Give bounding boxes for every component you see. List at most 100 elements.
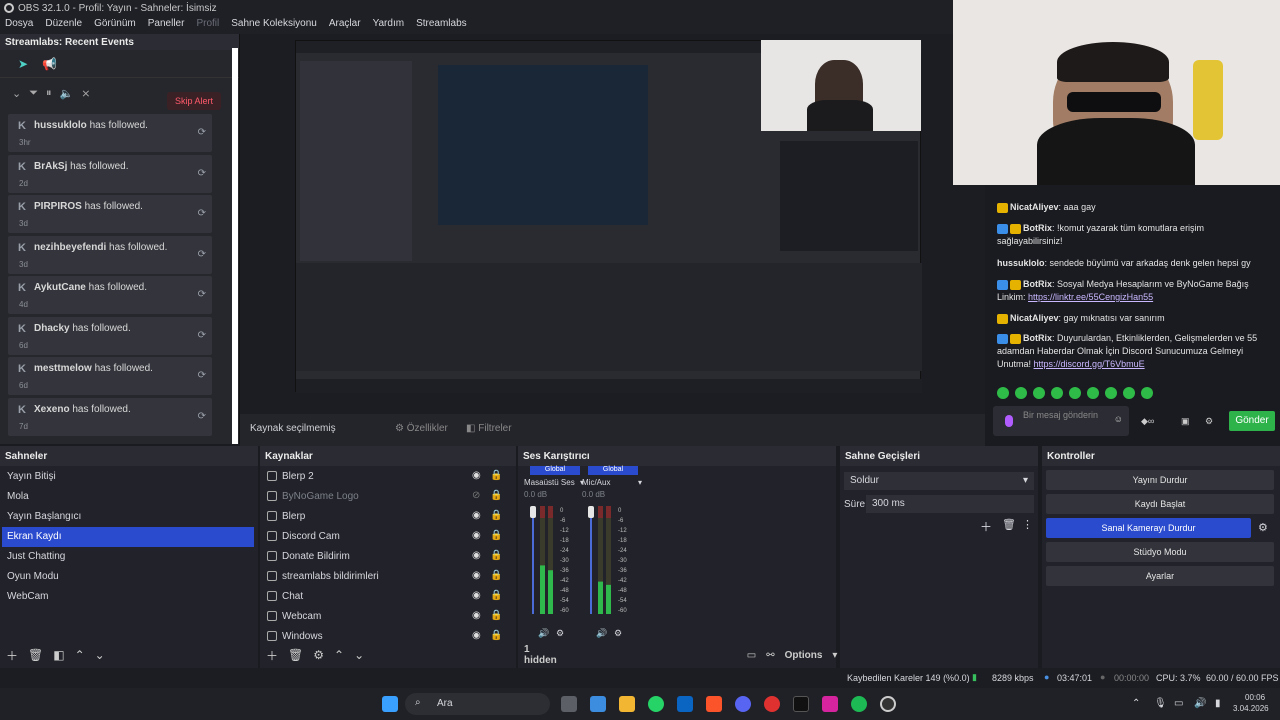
scene-item[interactable]: Yayın Bitişi xyxy=(2,467,254,487)
folder-icon[interactable] xyxy=(619,696,635,712)
emote-icon[interactable] xyxy=(1051,387,1063,399)
trash-icon[interactable]: 🗑 xyxy=(288,648,303,662)
lock-icon[interactable]: 🔒 xyxy=(490,470,502,481)
menu-yardim[interactable]: Yardım xyxy=(373,18,405,34)
chevron-down-icon[interactable]: ⌄ xyxy=(12,87,21,100)
menu-profil[interactable]: Profil xyxy=(196,18,219,34)
taskbar-search[interactable]: ⌕ Ara xyxy=(405,693,550,715)
lock-icon[interactable]: 🔒 xyxy=(490,630,502,641)
mic-icon[interactable] xyxy=(1005,415,1013,427)
move-up-icon[interactable]: ⌃ xyxy=(334,648,344,662)
source-item[interactable]: streamlabs bildirimleri ◉ 🔒 xyxy=(264,567,504,587)
speaker-icon[interactable]: 🔊 xyxy=(538,628,549,639)
send-icon[interactable]: ➤ xyxy=(18,57,28,77)
menu-streamlabs[interactable]: Streamlabs xyxy=(416,18,467,34)
emote-icon[interactable] xyxy=(1141,387,1153,399)
add-transition-icon[interactable]: ＋ xyxy=(980,518,992,535)
source-item[interactable]: Chat ◉ 🔒 xyxy=(264,587,504,607)
refresh-icon[interactable]: ⟳ xyxy=(198,168,206,179)
refresh-icon[interactable]: ⟳ xyxy=(198,289,206,300)
emote-icon[interactable] xyxy=(1105,387,1117,399)
start-recording-button[interactable]: Kaydı Başlat xyxy=(1046,494,1274,514)
chat-link[interactable]: https://discord.gg/T6VbmuE xyxy=(1034,359,1145,369)
refresh-icon[interactable]: ⟳ xyxy=(198,411,206,422)
bits-icon[interactable]: ◆∞ xyxy=(1141,416,1154,427)
eye-icon[interactable]: ◉ xyxy=(472,510,481,521)
filter-icon[interactable]: ⏷ xyxy=(29,87,38,100)
eye-icon[interactable]: ◉ xyxy=(472,630,481,641)
clock-date[interactable]: 3.04.2026 xyxy=(1233,704,1269,713)
store-icon[interactable] xyxy=(590,696,606,712)
transition-select[interactable]: Soldur ▾ xyxy=(844,472,1034,490)
clock-time[interactable]: 00:06 xyxy=(1245,693,1265,702)
menu-gorunum[interactable]: Görünüm xyxy=(94,18,136,34)
scene-item[interactable]: WebCam xyxy=(2,587,254,607)
duration-input[interactable]: 300 ms xyxy=(866,495,1034,513)
lock-icon[interactable]: 🔒 xyxy=(490,510,502,521)
channel-name[interactable]: Mic/Aux ▾ xyxy=(582,478,642,487)
eye-icon[interactable]: ◉ xyxy=(472,570,481,581)
emote-icon[interactable] xyxy=(1069,387,1081,399)
more-icon[interactable]: ⋮ xyxy=(1022,518,1033,531)
move-down-icon[interactable]: ⌄ xyxy=(354,648,364,662)
gear-icon[interactable]: ⚙ xyxy=(313,648,324,662)
tray-chevron-icon[interactable]: ⌃ xyxy=(1132,698,1140,709)
volume-icon[interactable]: 🔊 xyxy=(1194,698,1206,709)
eye-icon[interactable]: ⊘ xyxy=(472,490,480,501)
source-item[interactable]: Webcam ◉ 🔒 xyxy=(264,607,504,627)
chat-link[interactable]: https://linktr.ee/55CengizHan55 xyxy=(1028,292,1153,302)
refresh-icon[interactable]: ⟳ xyxy=(198,208,206,219)
emote-icon[interactable] xyxy=(997,387,1009,399)
mail-icon[interactable] xyxy=(677,696,693,712)
instagram-icon[interactable] xyxy=(822,696,838,712)
link-icon[interactable]: ⚯ xyxy=(766,650,774,661)
events-scrollbar[interactable] xyxy=(232,48,238,444)
chevron-down-icon[interactable]: ▾ xyxy=(832,650,837,661)
pause-icon[interactable]: ⏸ xyxy=(46,87,52,100)
battery-icon[interactable]: ▮ xyxy=(1215,698,1221,709)
whatsapp-icon[interactable] xyxy=(648,696,664,712)
scene-item[interactable]: Ekran Kaydı xyxy=(2,527,254,547)
gear-icon[interactable]: ⚙ xyxy=(614,628,622,639)
spotify-icon[interactable] xyxy=(851,696,867,712)
scene-item[interactable]: Mola xyxy=(2,487,254,507)
gear-icon[interactable]: ⚙ xyxy=(556,628,564,639)
volume-icon[interactable]: 🔈 xyxy=(60,87,74,100)
eye-icon[interactable]: ◉ xyxy=(472,610,481,621)
refresh-icon[interactable]: ⟳ xyxy=(198,370,206,381)
chat-input[interactable]: Bir mesaj gönderin ☺ xyxy=(993,406,1129,436)
emote-icon[interactable] xyxy=(1123,387,1135,399)
mute-icon[interactable]: ⨯ xyxy=(81,87,90,100)
refresh-icon[interactable]: ⟳ xyxy=(198,127,206,138)
volume-fader[interactable] xyxy=(530,506,536,518)
source-item[interactable]: ByNoGame Logo ⊘ 🔒 xyxy=(264,487,504,507)
lock-icon[interactable]: 🔒 xyxy=(490,590,502,601)
windows-start-icon[interactable] xyxy=(382,696,398,712)
menu-araclar[interactable]: Araçlar xyxy=(329,18,361,34)
stop-virtual-camera-button[interactable]: Sanal Kamerayı Durdur xyxy=(1046,518,1251,538)
source-item[interactable]: Blerp ◉ 🔒 xyxy=(264,507,504,527)
add-source-icon[interactable]: ＋ xyxy=(266,647,278,664)
emote-icon[interactable] xyxy=(1015,387,1027,399)
refresh-icon[interactable]: ⟳ xyxy=(198,330,206,341)
studio-mode-button[interactable]: Stüdyo Modu xyxy=(1046,542,1274,562)
app-icon[interactable] xyxy=(764,696,780,712)
panel-icon[interactable]: ▭ xyxy=(747,650,756,661)
source-item[interactable]: Blerp 2 ◉ 🔒 xyxy=(264,467,504,487)
menu-duzenle[interactable]: Düzenle xyxy=(45,18,82,34)
menu-dosya[interactable]: Dosya xyxy=(5,18,33,34)
tiktok-icon[interactable] xyxy=(793,696,809,712)
source-item[interactable]: Discord Cam ◉ 🔒 xyxy=(264,527,504,547)
eye-icon[interactable]: ◉ xyxy=(472,530,481,541)
fader-track[interactable] xyxy=(590,518,592,614)
skip-alert-button[interactable]: Skip Alert xyxy=(166,92,221,110)
settings-button[interactable]: Ayarlar xyxy=(1046,566,1274,586)
task-view-icon[interactable] xyxy=(561,696,577,712)
microphone-icon[interactable]: 🎙 xyxy=(1154,698,1167,709)
emote-icon[interactable] xyxy=(1033,387,1045,399)
scene-item[interactable]: Yayın Başlangıcı xyxy=(2,507,254,527)
emote-icon[interactable] xyxy=(1087,387,1099,399)
volume-fader[interactable] xyxy=(588,506,594,518)
lock-icon[interactable]: 🔒 xyxy=(490,530,502,541)
scene-item[interactable]: Just Chatting xyxy=(2,547,254,567)
